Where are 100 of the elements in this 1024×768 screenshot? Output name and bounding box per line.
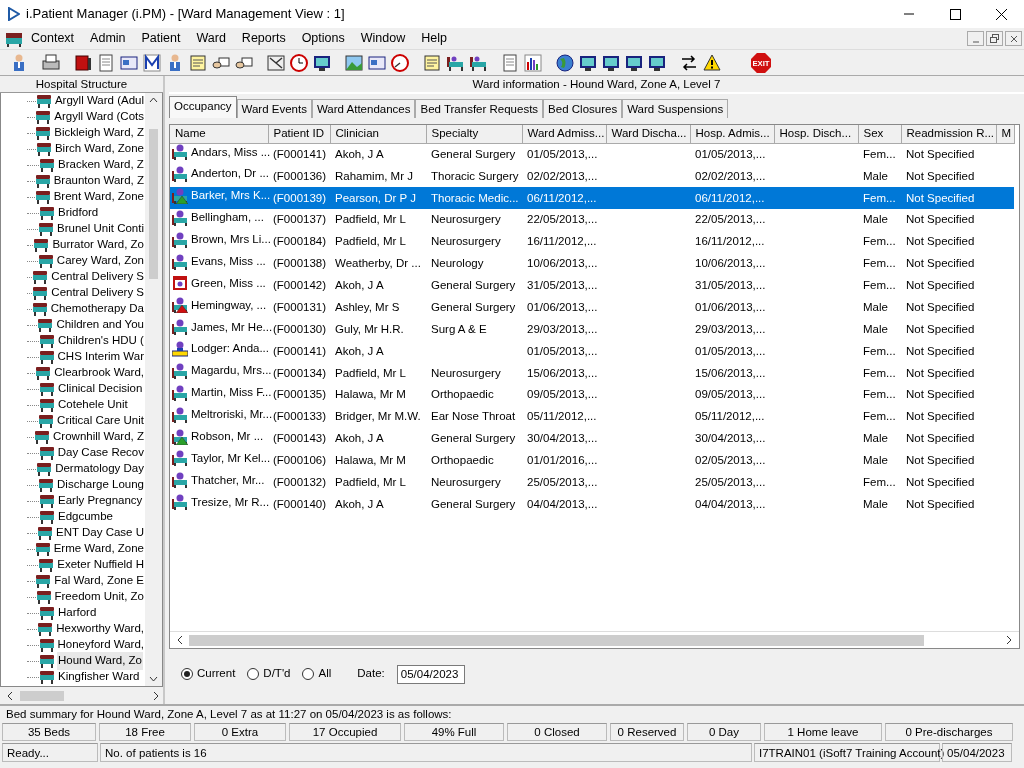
tab[interactable]: Ward Suspensions <box>622 99 729 118</box>
tree-item[interactable]: Bridford <box>57 204 100 222</box>
restore-icon[interactable] <box>990 34 999 43</box>
close-icon[interactable] <box>995 8 1007 20</box>
tree-item[interactable]: Brunel Unit Conti <box>56 220 145 238</box>
tree-item[interactable]: Cotehele Unit <box>57 396 129 414</box>
close-icon[interactable] <box>1009 34 1018 43</box>
column-header[interactable]: Clinician <box>330 125 426 143</box>
tree-item[interactable]: Edgcumbe <box>57 508 114 526</box>
menu-item[interactable]: Admin <box>82 29 134 48</box>
tree-item[interactable]: Clinical Decision <box>57 380 144 398</box>
column-header[interactable]: Patient ID <box>268 125 330 143</box>
tree-item[interactable]: Chemotherapy Da <box>49 300 145 318</box>
zigzag-icon[interactable] <box>141 51 163 74</box>
column-header[interactable]: Ward Discha... <box>606 125 690 143</box>
tree-item[interactable]: Central Delivery S <box>50 268 145 286</box>
table-row[interactable]: James, Mr He...(F000130) Guly, Mr H.R. Surg A & E 29/03/2013,... 29/03/2013,... Male Not Specified <box>170 318 1014 341</box>
tree-item[interactable]: Central Delivery S <box>50 284 145 302</box>
tree-item[interactable]: Harford <box>57 604 98 622</box>
table-row[interactable]: Martin, Miss F...(F000135) Halawa, Mr M Orthopaedic 09/05/2013,... 09/05/2013,... Fem... Not Specified <box>170 384 1014 406</box>
tab[interactable]: Bed Closures <box>543 99 623 118</box>
tree-item[interactable]: Hound Ward, Zo <box>57 652 143 670</box>
tree-item[interactable]: Early Pregnancy <box>57 492 144 510</box>
table-row[interactable]: Taylor, Mr Kel... (F000106) Halawa, Mr M Orthopaedic 01/01/2016,... 02/05/2013,... Male Not Specified <box>170 449 1014 472</box>
tab[interactable]: Ward Attendances <box>311 99 416 118</box>
tree-item[interactable]: Children's HDU ( <box>57 332 145 350</box>
table-row[interactable]: Robson, Mr ... (F000143) Akoh, J A General Surgery 30/04/2013,... 30/04/2013,... Male Not Specified <box>170 427 1014 450</box>
tree-item[interactable]: Exeter Nuffield H <box>56 556 145 574</box>
table-row[interactable]: Brown, Mrs Li... (F000184) Padfield, Mr L Neurosurgery 16/11/2012,... 16/11/2012,... Fem... Not Specified <box>170 231 1014 253</box>
gauge-icon[interactable] <box>389 51 411 74</box>
table-row[interactable]: Thatcher, Mr... (F000132) Padfield, Mr L Neurosurgery 25/05/2013,... 25/05/2013,... Fem... Not Specified <box>170 471 1014 494</box>
tree-item[interactable]: Fal Ward, Zone E <box>53 572 145 590</box>
clock-icon[interactable] <box>288 51 310 74</box>
tree-item[interactable]: Argyll Ward (Adul <box>53 93 145 110</box>
tree-item[interactable]: Kingfisher Ward <box>57 668 141 686</box>
column-header[interactable]: Readmission R... <box>901 125 996 143</box>
radio-label[interactable]: D/T'd <box>263 665 291 683</box>
menu-item[interactable]: Options <box>293 29 353 48</box>
scroll-thumb[interactable] <box>20 690 64 701</box>
tree-item[interactable]: Clearbrook Ward, <box>53 364 145 382</box>
tree-item[interactable]: Discharge Loung <box>56 476 145 494</box>
tree-item[interactable]: Erme Ward, Zone <box>52 540 145 558</box>
column-header[interactable]: Hosp. Admis... <box>690 125 774 143</box>
scrollbar[interactable] <box>145 93 162 686</box>
bed-icon[interactable] <box>5 30 23 47</box>
menu-item[interactable]: Help <box>413 29 455 48</box>
table-row[interactable]: Anderton, Dr ... (F000136) Rahamim, Mr J Thoracic Surgery 02/02/2013,... 02/02/2013,... Male Not Specified <box>170 165 1014 188</box>
tree-item[interactable]: Children and You <box>55 316 145 334</box>
menu-item[interactable]: Context <box>23 29 83 48</box>
tree-item[interactable]: Dermatology Day <box>54 460 145 478</box>
table-row[interactable]: Magardu, Mrs...(F000134) Padfield, Mr L Neurosurgery 15/06/2013,... 15/06/2013,... Fem... Not Specified <box>170 362 1014 385</box>
column-header[interactable]: Sex <box>858 125 901 143</box>
tree-item[interactable]: Brent Ward, Zone <box>52 188 145 206</box>
tree-item[interactable]: Crownhill Ward, Z <box>52 428 145 446</box>
tree-item[interactable]: Hexworthy Ward, <box>55 620 145 638</box>
radio-button[interactable] <box>247 668 260 680</box>
column-header[interactable]: Name <box>170 125 268 143</box>
tree-item[interactable]: CHS Interim War <box>56 348 145 366</box>
menu-item[interactable]: Reports <box>233 29 294 48</box>
table-row[interactable]: Green, Miss ... (F000142) Akoh, J A General Surgery 31/05/2013,... 31/05/2013,... Fem... Not Specified <box>170 274 1014 297</box>
tree-item[interactable]: Day Case Recov <box>56 444 145 462</box>
tab[interactable]: Ward Events <box>236 99 312 118</box>
radio-label[interactable]: Current <box>197 665 236 683</box>
tree-item[interactable]: Critical Care Unit <box>56 412 145 430</box>
menu-item[interactable]: Patient <box>133 29 189 48</box>
tree-item[interactable]: Honeyford Ward, <box>56 636 145 654</box>
tree-item[interactable]: ENT Day Case U <box>55 524 145 542</box>
tree-item[interactable]: Freedom Unit, Zo <box>53 588 145 606</box>
radio-label[interactable]: All <box>318 665 332 683</box>
date-field[interactable]: 05/04/2023 <box>396 664 465 684</box>
tree-item[interactable]: Birch Ward, Zone <box>53 140 145 158</box>
table-row[interactable]: Lodger: Anda... (F000141) Akoh, J A 01/05/2013,... 01/05/2013,... Fem... Not Specified <box>170 340 1014 363</box>
tree-item[interactable]: Bickleigh Ward, Z <box>53 124 145 142</box>
chart-icon[interactable] <box>522 51 544 74</box>
table-row[interactable]: Bellingham, ... (F000137) Padfield, Mr L Neurosurgery 22/05/2013,... 22/05/2013,... Male Not Specified <box>170 209 1014 231</box>
maximize-icon[interactable] <box>949 8 961 20</box>
menu-item[interactable]: Window <box>352 29 414 48</box>
radio-button[interactable] <box>302 668 315 680</box>
tree-item[interactable]: Bracken Ward, Z <box>57 156 145 174</box>
globe-icon[interactable] <box>554 51 576 74</box>
tree-item[interactable]: Argyll Ward (Cots <box>53 108 145 126</box>
tree-item[interactable]: Carey Ward, Zon <box>55 252 145 270</box>
column-header[interactable]: Specialty <box>426 125 522 143</box>
table-row[interactable]: Hemingway, ... (F000131) Ashley, Mr S General Surgery 01/06/2013,... 01/06/2013,... Male Not Specified <box>170 296 1014 319</box>
tree-item[interactable]: Burrator Ward, Zo <box>51 236 145 254</box>
tab[interactable]: Occupancy <box>169 96 237 118</box>
scroll-thumb[interactable] <box>189 634 924 646</box>
tab[interactable]: Bed Transfer Requests <box>415 99 544 118</box>
table-row[interactable]: Tresize, Mr R... (F000140) Akoh, J A General Surgery 04/04/2013,... 04/04/2013,... Male Not Specified <box>170 493 1014 516</box>
table-row[interactable]: Meltroriski, Mr...(F000133) Bridger, Mr M.W. Ear Nose Throat 05/11/2012,... 05/11/2012,... Fem... Not Specified <box>170 406 1014 428</box>
scrollbar[interactable] <box>170 631 1019 648</box>
column-header[interactable]: Hosp. Disch... <box>774 125 858 143</box>
radio-button[interactable] <box>181 668 193 680</box>
table-row[interactable]: Barker, Mrs K... (F000139) Pearson, Dr P J Thoracic Medic... 06/11/2012,... 06/11/2012,... Fem... Not Specified <box>170 187 1014 210</box>
table-row[interactable]: Andars, Miss ... (F000141) Akoh, J A General Surgery 01/05/2013,... 01/05/2013,... Fem... Not Specified <box>170 143 1014 166</box>
column-header[interactable]: Ward Admiss... <box>522 125 606 143</box>
menu-item[interactable]: Ward <box>188 29 234 48</box>
scroll-thumb[interactable] <box>149 129 158 279</box>
tree-item[interactable]: Braunton Ward, Z <box>52 172 145 190</box>
table-row[interactable]: Evans, Miss ... (F000138) Weatherby, Dr ... Neurology 10/06/2013,... 10/06/2013,... Fem... Not Specified <box>170 252 1014 275</box>
